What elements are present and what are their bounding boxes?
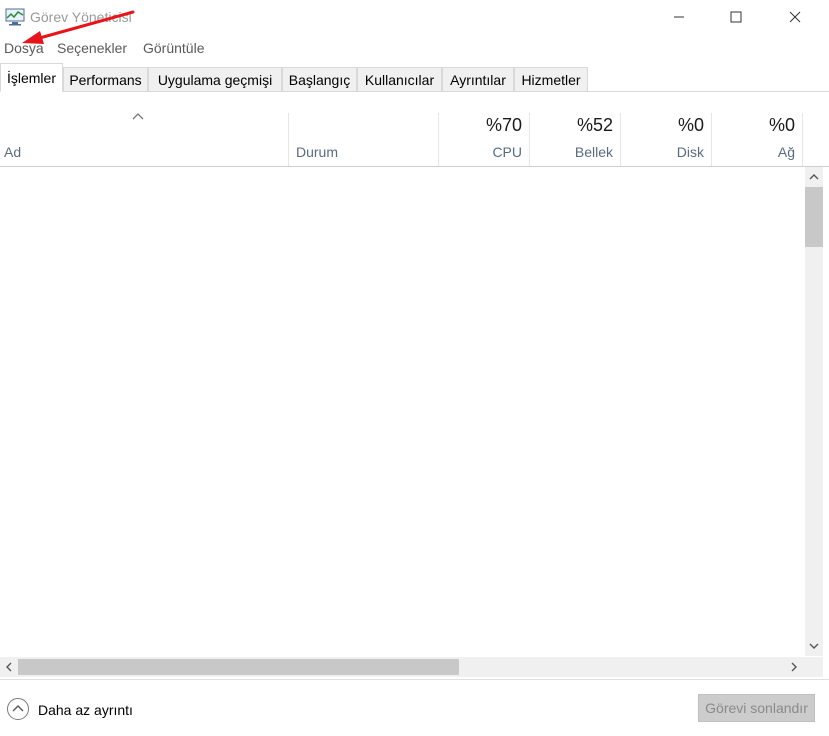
window-title: Görev Yöneticisi bbox=[30, 9, 132, 25]
collapse-circle-icon[interactable] bbox=[6, 697, 30, 721]
sort-ascending-icon bbox=[132, 113, 144, 120]
tab-users[interactable]: Kullanıcılar bbox=[357, 67, 442, 91]
network-percent: %0 bbox=[768, 115, 795, 135]
column-separator[interactable] bbox=[288, 113, 289, 166]
menu-options[interactable]: Seçenekler bbox=[57, 40, 127, 56]
cpu-percent: %70 bbox=[485, 115, 522, 135]
column-status-header[interactable]: Durum bbox=[296, 144, 338, 160]
close-button[interactable] bbox=[768, 0, 822, 34]
scroll-down-button[interactable] bbox=[805, 636, 823, 656]
menu-file[interactable]: Dosya bbox=[4, 40, 44, 56]
scrollbar-corner bbox=[805, 657, 823, 677]
disk-percent: %0 bbox=[677, 115, 704, 135]
task-manager-app-icon bbox=[5, 8, 25, 26]
chevron-down-icon bbox=[809, 643, 819, 649]
close-icon bbox=[789, 11, 801, 23]
column-name-header[interactable]: Ad bbox=[4, 144, 21, 160]
maximize-button[interactable] bbox=[709, 0, 763, 34]
horizontal-scroll-thumb[interactable] bbox=[18, 659, 459, 675]
minimize-button[interactable] bbox=[652, 0, 706, 34]
footer-divider bbox=[0, 679, 829, 680]
menu-view[interactable]: Görüntüle bbox=[143, 40, 204, 56]
column-cpu-header[interactable]: CPU bbox=[438, 144, 522, 160]
end-task-button[interactable]: Görevi sonlandır bbox=[698, 694, 815, 722]
chevron-left-icon bbox=[6, 662, 12, 672]
chevron-up-icon bbox=[809, 174, 819, 180]
chevron-right-icon bbox=[791, 662, 797, 672]
fewer-details-link[interactable]: Daha az ayrıntı bbox=[38, 702, 133, 718]
tab-services[interactable]: Hizmetler bbox=[514, 67, 588, 91]
tab-processes[interactable]: İşlemler bbox=[0, 63, 63, 92]
column-header-row bbox=[0, 92, 829, 166]
scroll-up-button[interactable] bbox=[805, 167, 823, 187]
vertical-scroll-thumb[interactable] bbox=[805, 187, 823, 247]
column-network-header[interactable]: Ağ bbox=[711, 144, 795, 160]
column-memory-header[interactable]: Bellek bbox=[529, 144, 613, 160]
tab-startup[interactable]: Başlangıç bbox=[282, 67, 357, 91]
scroll-right-button[interactable] bbox=[785, 657, 803, 677]
process-list[interactable] bbox=[0, 167, 805, 657]
maximize-icon bbox=[730, 11, 742, 23]
column-separator[interactable] bbox=[802, 113, 803, 166]
column-disk-header[interactable]: Disk bbox=[620, 144, 704, 160]
title-bar: Görev Yöneticisi bbox=[0, 0, 829, 34]
tab-performance[interactable]: Performans bbox=[63, 67, 148, 91]
minimize-icon bbox=[674, 16, 684, 18]
tab-details[interactable]: Ayrıntılar bbox=[442, 67, 514, 91]
memory-percent: %52 bbox=[576, 115, 613, 135]
scroll-left-button[interactable] bbox=[0, 657, 18, 677]
tab-app-history[interactable]: Uygulama geçmişi bbox=[148, 67, 282, 91]
